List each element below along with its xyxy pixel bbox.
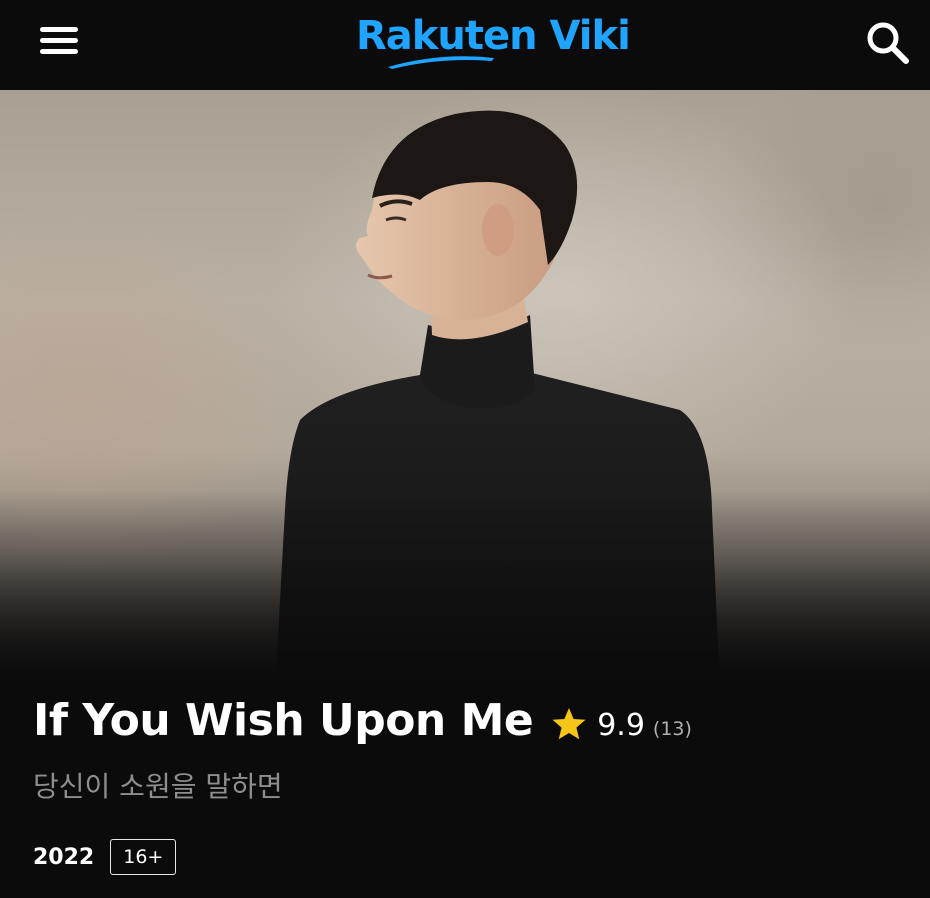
hamburger-menu-icon[interactable] bbox=[40, 26, 78, 56]
title-row: If You Wish Upon Me 9.9 (13) bbox=[33, 695, 913, 755]
brand-logo-swoosh bbox=[388, 56, 494, 69]
native-title: 당신이 소원을 말하면 bbox=[33, 770, 283, 803]
search-icon[interactable] bbox=[864, 20, 912, 64]
brand-logo-text: Rakuten Viki bbox=[356, 13, 631, 59]
rating-count: (13) bbox=[652, 718, 692, 740]
hero-poster-image bbox=[0, 90, 930, 690]
show-title: If You Wish Upon Me bbox=[33, 695, 534, 746]
top-navigation-bar: Rakuten Viki bbox=[0, 0, 930, 90]
rating-score: 9.9 bbox=[597, 708, 645, 743]
release-year: 2022 bbox=[33, 844, 95, 870]
brand-logo[interactable]: Rakuten Viki bbox=[356, 12, 631, 70]
age-rating-badge: 16+ bbox=[110, 839, 177, 875]
meta-row: 2022 16+ bbox=[33, 839, 913, 875]
star-icon bbox=[552, 708, 586, 740]
show-page: Rakuten Viki If You Wish Upon Me 9.9 (13… bbox=[0, 0, 930, 898]
hero-bottom-fade bbox=[0, 490, 930, 690]
show-info: If You Wish Upon Me 9.9 (13) 당신이 소원을 말하면… bbox=[33, 695, 913, 875]
rating: 9.9 (13) bbox=[551, 701, 692, 743]
